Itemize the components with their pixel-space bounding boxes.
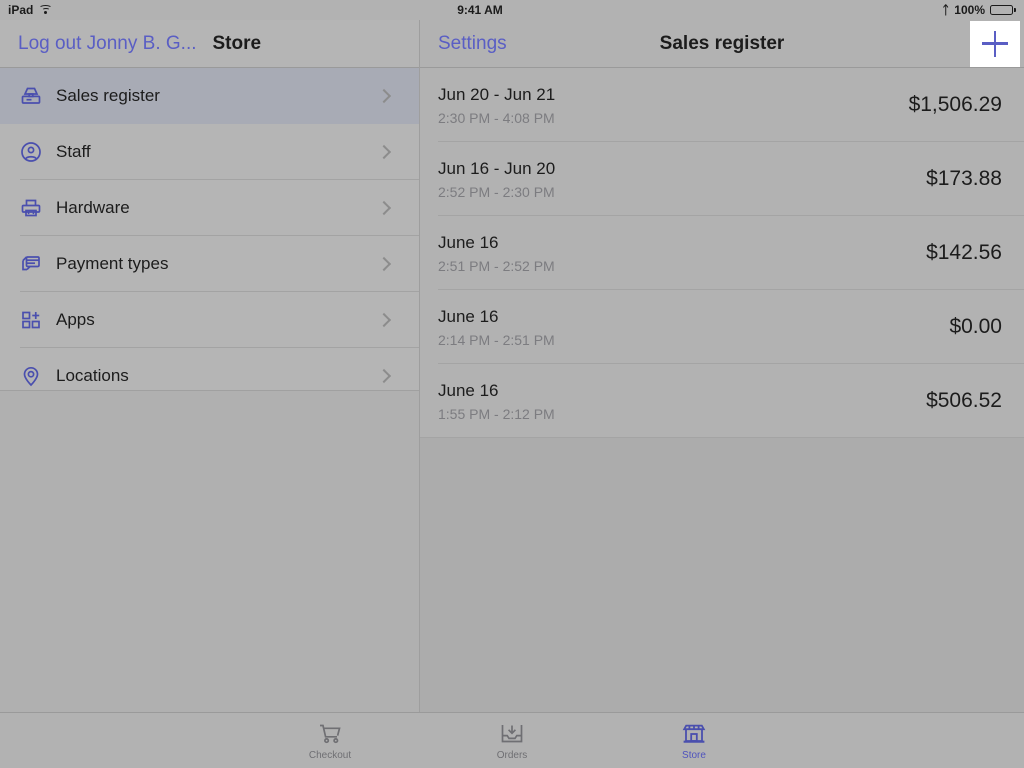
- register-date-range: June 16: [438, 232, 499, 252]
- register-amount: $142.56: [926, 241, 1002, 264]
- sidebar-empty-area: [0, 389, 419, 712]
- table-row[interactable]: June 16 2:51 PM - 2:52 PM $142.56: [420, 216, 1024, 290]
- chevron-right-icon: [376, 368, 392, 384]
- apps-grid-plus-icon: [16, 308, 46, 332]
- detail-pane: Settings Sales register Jun 20 - Jun 21 …: [420, 20, 1024, 712]
- detail-navbar: Settings Sales register: [420, 20, 1024, 68]
- sidebar-item-label: Locations: [56, 366, 129, 385]
- sidebar-item-label: Apps: [56, 310, 95, 329]
- register-time-range: 2:51 PM - 2:52 PM: [438, 257, 555, 274]
- shopping-cart-icon: [317, 721, 343, 747]
- split-view: Log out Jonny B. G... Store Sales regist…: [0, 20, 1024, 712]
- logout-button[interactable]: Log out Jonny B. G...: [0, 33, 197, 55]
- plus-icon: [982, 30, 1008, 57]
- status-bar: iPad 9:41 AM ᛏ 100%: [0, 0, 1024, 20]
- table-row[interactable]: Jun 16 - Jun 20 2:52 PM - 2:30 PM $173.8…: [420, 142, 1024, 216]
- status-bar-time: 9:41 AM: [457, 3, 503, 17]
- register-time-range: 2:14 PM - 2:51 PM: [438, 331, 555, 348]
- page-title: Sales register: [659, 32, 785, 54]
- sidebar-item-hardware[interactable]: Hardware: [0, 180, 419, 236]
- tab-label: Store: [682, 749, 706, 761]
- tab-orders[interactable]: Orders: [457, 721, 567, 761]
- register-date-range: Jun 20 - Jun 21: [438, 84, 556, 104]
- sidebar-item-label: Sales register: [56, 86, 160, 105]
- user-circle-icon: [16, 140, 46, 164]
- chevron-right-icon: [376, 144, 392, 160]
- table-row[interactable]: June 16 1:55 PM - 2:12 PM $506.52: [420, 364, 1024, 438]
- ipad-screen: iPad 9:41 AM ᛏ 100% Log out Jonny B. G..…: [0, 0, 1024, 768]
- sidebar-item-sales-register[interactable]: Sales register: [0, 68, 419, 124]
- status-bar-center: 9:41 AM: [0, 3, 1024, 17]
- sidebar: Log out Jonny B. G... Store Sales regist…: [0, 20, 420, 712]
- back-to-settings-button[interactable]: Settings: [420, 33, 507, 55]
- sales-register-list: Jun 20 - Jun 21 2:30 PM - 4:08 PM $1,506…: [420, 68, 1024, 438]
- table-row[interactable]: June 16 2:14 PM - 2:51 PM $0.00: [420, 290, 1024, 364]
- register-amount: $0.00: [949, 315, 1002, 338]
- sidebar-list: Sales register Staff Hardware Payment ty…: [0, 68, 419, 390]
- sidebar-item-locations[interactable]: Locations: [0, 348, 419, 390]
- storefront-icon: [681, 721, 707, 747]
- printer-icon: [16, 196, 46, 220]
- sidebar-item-payment-types[interactable]: Payment types: [0, 236, 419, 292]
- tab-label: Checkout: [308, 749, 352, 761]
- sidebar-item-label: Hardware: [56, 198, 130, 217]
- map-pin-icon: [16, 364, 46, 388]
- add-register-button[interactable]: [970, 20, 1020, 67]
- register-time-range: 1:55 PM - 2:12 PM: [438, 405, 555, 422]
- sidebar-item-apps[interactable]: Apps: [0, 292, 419, 348]
- register-date-range: Jun 16 - Jun 20: [438, 158, 556, 178]
- register-time-range: 2:30 PM - 4:08 PM: [438, 109, 555, 126]
- tab-label: Orders: [496, 749, 528, 761]
- sidebar-item-label: Payment types: [56, 254, 169, 273]
- sidebar-navbar: Log out Jonny B. G... Store: [0, 20, 419, 68]
- detail-empty-area: [420, 438, 1024, 712]
- chevron-right-icon: [376, 256, 392, 272]
- chevron-right-icon: [376, 200, 392, 216]
- sidebar-item-staff[interactable]: Staff: [0, 124, 419, 180]
- table-row[interactable]: Jun 20 - Jun 21 2:30 PM - 4:08 PM $1,506…: [420, 68, 1024, 142]
- tab-store[interactable]: Store: [639, 721, 749, 761]
- inbox-download-icon: [499, 721, 525, 747]
- tab-checkout[interactable]: Checkout: [275, 721, 385, 761]
- sidebar-item-label: Staff: [56, 142, 91, 161]
- register-date-range: June 16: [438, 306, 499, 326]
- tab-bar: Checkout Orders Store: [0, 712, 1024, 768]
- register-amount: $506.52: [926, 389, 1002, 412]
- cash-register-icon: [16, 84, 46, 108]
- sidebar-title: Store: [212, 32, 262, 54]
- chevron-right-icon: [376, 312, 392, 328]
- register-time-range: 2:52 PM - 2:30 PM: [438, 183, 555, 200]
- cards-stack-icon: [16, 252, 46, 276]
- chevron-right-icon: [376, 88, 392, 104]
- register-date-range: June 16: [438, 380, 499, 400]
- register-amount: $173.88: [926, 167, 1002, 190]
- register-amount: $1,506.29: [908, 93, 1002, 116]
